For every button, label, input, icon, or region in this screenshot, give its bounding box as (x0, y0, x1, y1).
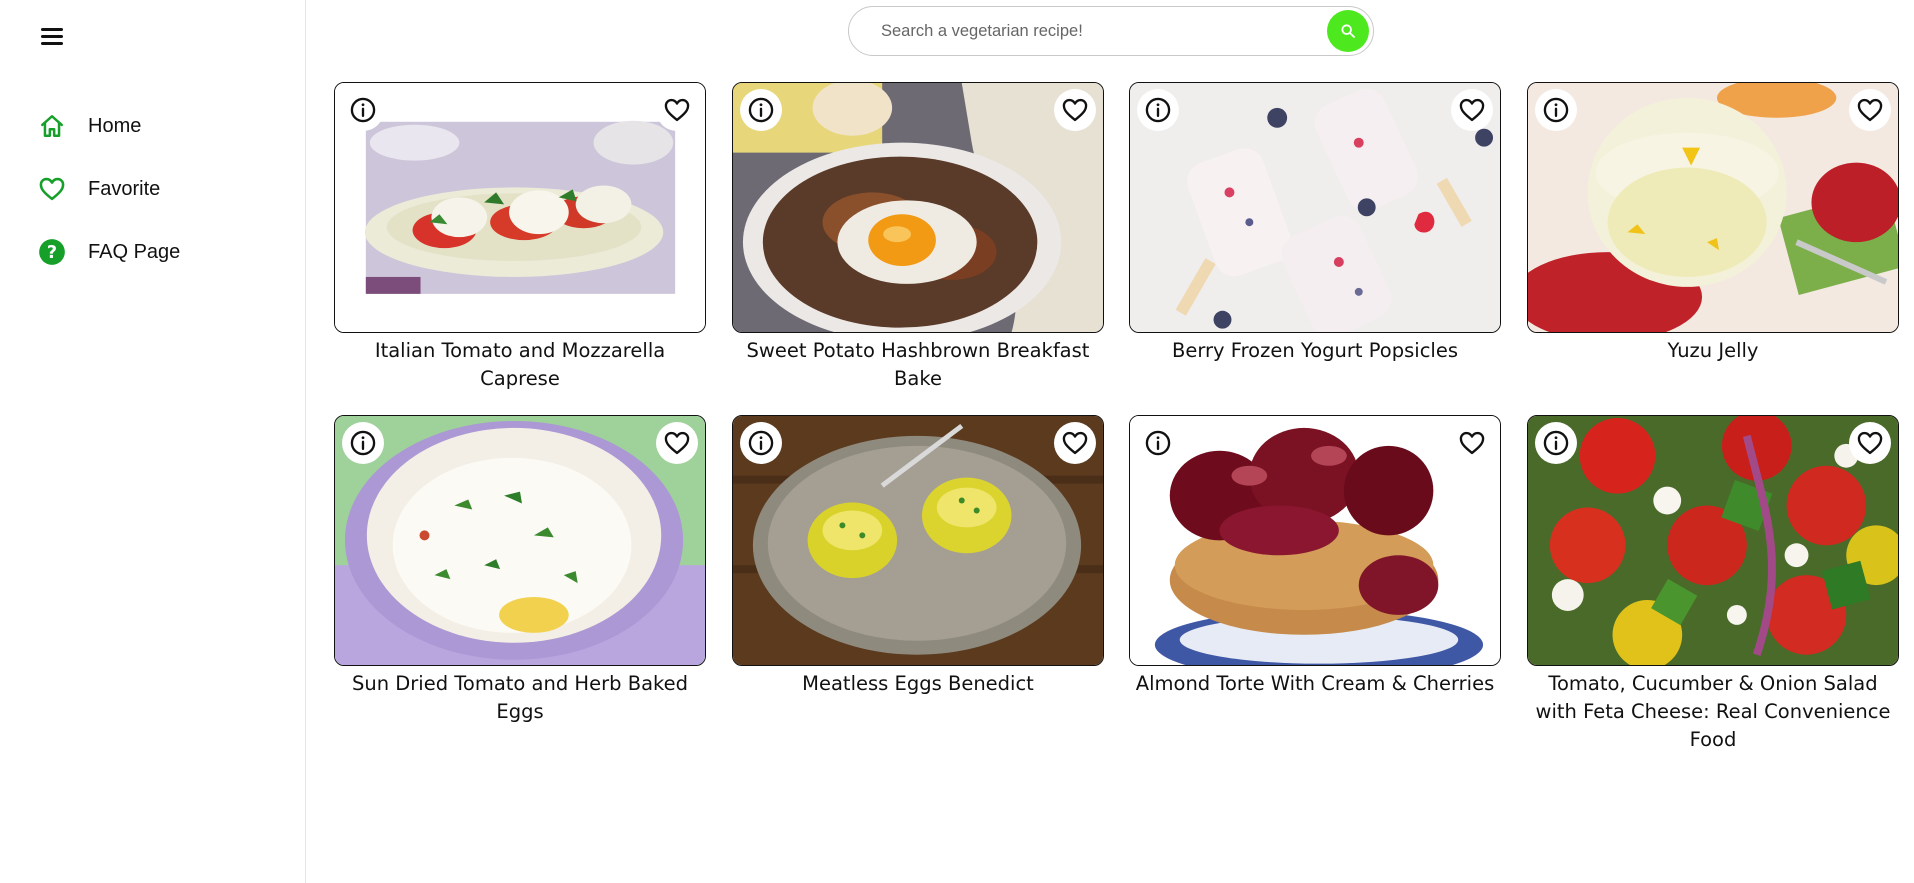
info-button[interactable] (740, 89, 782, 131)
favorite-button[interactable] (656, 89, 698, 131)
recipe-photo (1528, 83, 1898, 332)
recipe-title[interactable]: Meatless Eggs Benedict (732, 670, 1104, 698)
recipe-card: Tomato, Cucumber & Onion Salad with Feta… (1527, 415, 1899, 754)
favorite-button[interactable] (1849, 422, 1891, 464)
recipe-image[interactable] (1527, 415, 1899, 666)
recipe-card: Italian Tomato and Mozzarella Caprese (334, 82, 706, 393)
favorite-button[interactable] (1054, 89, 1096, 131)
recipe-image[interactable] (334, 415, 706, 666)
heart-outline-icon (1459, 98, 1485, 122)
recipe-title[interactable]: Berry Frozen Yogurt Popsicles (1129, 337, 1501, 365)
recipe-photo (335, 83, 705, 332)
info-button[interactable] (740, 422, 782, 464)
recipe-title[interactable]: Sun Dried Tomato and Herb Baked Eggs (334, 670, 706, 726)
recipe-title[interactable]: Tomato, Cucumber & Onion Salad with Feta… (1527, 670, 1899, 754)
recipe-photo (335, 416, 705, 665)
recipe-image[interactable] (1129, 82, 1501, 333)
info-button[interactable] (342, 89, 384, 131)
recipe-photo (1528, 416, 1898, 665)
info-button[interactable] (1535, 89, 1577, 131)
heart-outline-icon (1062, 98, 1088, 122)
info-icon (1145, 430, 1171, 456)
recipe-image[interactable] (334, 82, 706, 333)
recipe-photo (733, 83, 1103, 332)
recipe-photo (733, 416, 1103, 665)
heart-outline-icon (664, 98, 690, 122)
heart-outline-icon (1459, 431, 1485, 455)
recipe-image[interactable] (732, 82, 1104, 333)
recipe-card: Almond Torte With Cream & Cherries (1129, 415, 1501, 698)
recipe-grid: Italian Tomato and Mozzarella Caprese Sw… (0, 0, 1914, 883)
info-icon (1543, 97, 1569, 123)
app-root: Home Favorite ? FAQ Page Search a vegeta… (0, 0, 1914, 883)
info-button[interactable] (1535, 422, 1577, 464)
info-icon (350, 430, 376, 456)
heart-outline-icon (1062, 431, 1088, 455)
info-button[interactable] (1137, 422, 1179, 464)
recipe-photo (1130, 83, 1500, 332)
favorite-button[interactable] (1451, 89, 1493, 131)
recipe-title[interactable]: Yuzu Jelly (1527, 337, 1899, 365)
favorite-button[interactable] (656, 422, 698, 464)
info-icon (748, 430, 774, 456)
heart-outline-icon (664, 431, 690, 455)
info-icon (350, 97, 376, 123)
recipe-title[interactable]: Sweet Potato Hashbrown Breakfast Bake (732, 337, 1104, 393)
info-icon (1543, 430, 1569, 456)
recipe-card: Yuzu Jelly (1527, 82, 1899, 365)
favorite-button[interactable] (1451, 422, 1493, 464)
favorite-button[interactable] (1054, 422, 1096, 464)
recipe-card: Sweet Potato Hashbrown Breakfast Bake (732, 82, 1104, 393)
recipe-title[interactable]: Almond Torte With Cream & Cherries (1129, 670, 1501, 698)
info-icon (1145, 97, 1171, 123)
info-button[interactable] (1137, 89, 1179, 131)
recipe-card: Meatless Eggs Benedict (732, 415, 1104, 698)
recipe-image[interactable] (732, 415, 1104, 666)
recipe-card: Sun Dried Tomato and Herb Baked Eggs (334, 415, 706, 726)
info-button[interactable] (342, 422, 384, 464)
info-icon (748, 97, 774, 123)
favorite-button[interactable] (1849, 89, 1891, 131)
recipe-photo (1130, 416, 1500, 665)
recipe-image[interactable] (1527, 82, 1899, 333)
heart-outline-icon (1857, 431, 1883, 455)
recipe-card: Berry Frozen Yogurt Popsicles (1129, 82, 1501, 365)
recipe-title[interactable]: Italian Tomato and Mozzarella Caprese (334, 337, 706, 393)
recipe-image[interactable] (1129, 415, 1501, 666)
heart-outline-icon (1857, 98, 1883, 122)
